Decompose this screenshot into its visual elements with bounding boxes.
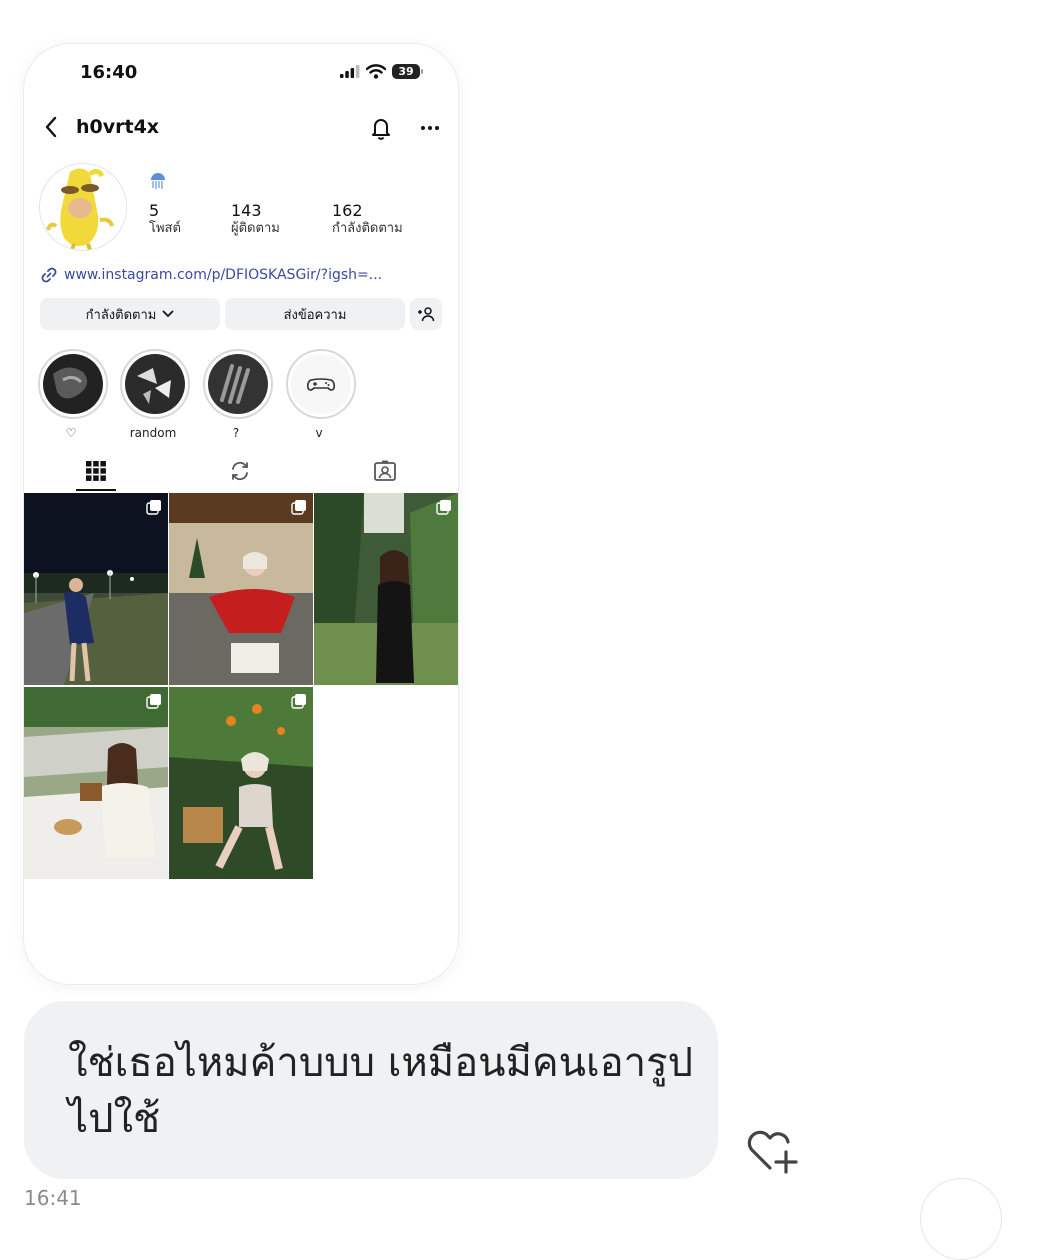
status-icons: 39 [340,64,423,79]
highlight-cover [291,354,351,414]
carousel-indicator-icon [146,500,161,515]
active-tab-indicator [76,489,116,491]
profile-avatar[interactable] [40,164,126,250]
link-icon [41,267,57,283]
add-person-button[interactable] [410,298,442,330]
highlight-item[interactable]: random [120,349,190,440]
carousel-indicator-icon [291,694,306,709]
message-button-label: ส่งข้อความ [283,307,347,323]
highlight-cover [208,354,268,414]
following-label: กำลังติดตาม [332,221,403,236]
wifi-icon [366,64,386,79]
followers-stat[interactable]: 143 ผู้ติดตาม [231,202,280,238]
carousel-indicator-icon [436,500,451,515]
highlight-item[interactable]: ? [203,349,273,440]
tagged-person-icon [374,460,396,481]
grid-icon [86,461,106,481]
following-stat[interactable]: 162 กำลังติดตาม [332,202,403,238]
message-text: ใช่เธอไหมค้าบบบ เหมือนมีคนเอารูปไปใช้ [68,1040,694,1142]
shared-instagram-screenshot[interactable]: 16:40 39 h0vrt4x 5 โพสต์ 143 ผู้ติดตาม 1… [24,44,458,984]
tab-reposts[interactable] [220,454,260,488]
message-bubble[interactable]: ใช่เธอไหมค้าบบบ เหมือนมีคนเอารูปไปใช้ [24,1001,718,1179]
followers-count: 143 [231,201,262,220]
post-thumbnail[interactable] [169,493,313,685]
highlight-cover [125,354,185,414]
message-button[interactable]: ส่งข้อความ [225,298,405,330]
following-count: 162 [332,201,363,220]
add-reaction-heart-icon[interactable] [744,1122,802,1174]
tab-tagged[interactable] [365,454,405,488]
profile-link-text[interactable]: www.instagram.com/p/DFIOSKASGir/?igsh=..… [64,267,382,283]
bell-icon[interactable] [367,114,395,142]
highlight-item[interactable]: v [286,349,356,440]
profile-username: h0vrt4x [76,116,160,138]
tab-posts-grid[interactable] [76,454,116,488]
signal-icon [340,65,360,78]
floating-button[interactable] [920,1178,1002,1260]
following-button[interactable]: กำลังติดตาม [40,298,220,330]
post-thumbnail[interactable] [169,687,313,879]
posts-stat[interactable]: 5 โพสต์ [149,202,181,238]
chevron-down-icon [162,310,174,318]
posts-count: 5 [149,201,160,220]
status-bar: 16:40 39 [24,44,458,100]
back-chevron-icon[interactable] [40,114,64,140]
message-timestamp: 16:41 [24,1186,82,1210]
highlight-label: random [129,426,177,440]
jellyfish-emoji-icon [151,173,165,189]
add-person-icon [418,307,435,322]
highlight-cover [43,354,103,414]
carousel-indicator-icon [291,500,306,515]
battery-icon: 39 [392,64,423,79]
status-time: 16:40 [80,62,138,83]
more-options-icon[interactable] [417,118,443,138]
repost-icon [232,461,248,481]
post-thumbnail[interactable] [24,493,168,685]
carousel-indicator-icon [146,694,161,709]
highlight-label: v [315,426,323,440]
following-button-label: กำลังติดตาม [85,307,157,323]
highlight-label: ? [232,426,240,440]
highlight-label: ♡ [65,426,77,440]
posts-label: โพสต์ [149,221,181,236]
post-thumbnail[interactable] [314,493,458,685]
post-thumbnail[interactable] [24,687,168,879]
highlight-item[interactable]: ♡ [38,349,108,440]
profile-header: h0vrt4x [24,110,458,146]
followers-label: ผู้ติดตาม [231,221,280,236]
profile-link[interactable]: www.instagram.com/p/DFIOSKASGir/?igsh=..… [40,266,382,284]
